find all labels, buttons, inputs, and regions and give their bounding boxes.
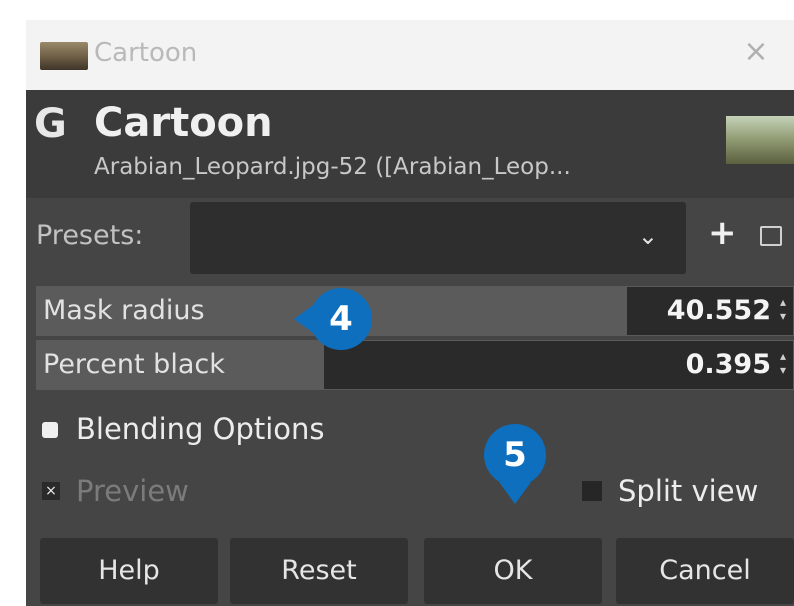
expander-icon [42, 422, 58, 438]
image-thumbnail [726, 116, 794, 164]
step-4-callout: 4 [294, 288, 372, 350]
blending-options-label: Blending Options [76, 412, 325, 446]
manage-presets-icon[interactable] [760, 226, 782, 246]
presets-dropdown[interactable]: ⌄ [190, 202, 686, 274]
preview-label[interactable]: Preview [76, 474, 189, 508]
reset-button[interactable]: Reset [230, 538, 408, 604]
ok-button[interactable]: OK [424, 538, 602, 604]
cartoon-dialog: Cartoon × G Cartoon Arabian_Leopard.jpg-… [26, 20, 794, 606]
percent-black-label: Percent black [43, 349, 225, 380]
mask-radius-slider[interactable]: Mask radius 40.552 ▴ ▾ [36, 286, 794, 336]
app-thumbnail-icon [40, 42, 88, 70]
add-preset-icon[interactable]: + [708, 216, 737, 250]
gegl-logo-icon: G [34, 101, 67, 147]
chevron-down-icon: ⌄ [637, 222, 658, 250]
window-title: Cartoon [94, 38, 198, 68]
title-bar[interactable]: Cartoon × [26, 20, 794, 90]
split-view-checkbox[interactable] [582, 481, 602, 501]
percent-black-value[interactable]: 0.395 [686, 349, 771, 380]
dialog-header: G Cartoon Arabian_Leopard.jpg-52 ([Arabi… [26, 90, 794, 198]
filter-title: Cartoon [94, 100, 273, 146]
percent-black-slider[interactable]: Percent black 0.395 ▴ ▾ [36, 340, 794, 390]
mask-radius-spin-arrows-icon[interactable]: ▴ ▾ [777, 295, 789, 329]
step-5-callout: 5 [484, 424, 546, 504]
help-button[interactable]: Help [40, 538, 218, 604]
image-subtitle: Arabian_Leopard.jpg-52 ([Arabian_Leop... [94, 154, 571, 180]
preview-checkbox[interactable]: × [42, 482, 60, 500]
presets-label: Presets: [36, 220, 144, 251]
split-view-label[interactable]: Split view [618, 474, 758, 508]
close-icon[interactable]: × [736, 32, 776, 72]
cancel-button[interactable]: Cancel [616, 538, 794, 604]
mask-radius-label: Mask radius [43, 295, 205, 326]
mask-radius-value[interactable]: 40.552 [667, 295, 771, 326]
percent-black-spin-arrows-icon[interactable]: ▴ ▾ [777, 349, 789, 383]
